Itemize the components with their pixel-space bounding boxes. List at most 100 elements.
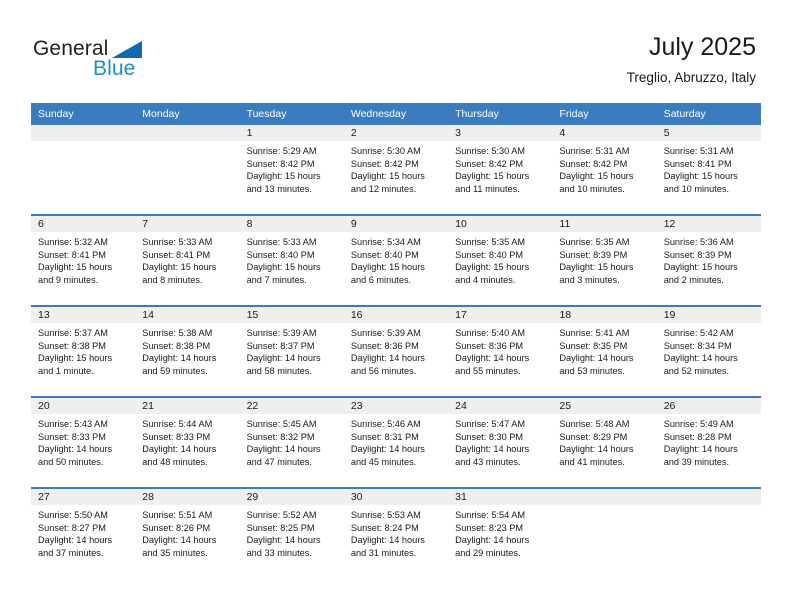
day-details: Sunrise: 5:34 AM Sunset: 8:40 PM Daylight:…: [344, 232, 448, 286]
daylight-text: Daylight: 14 hours and 45 minutes.: [350, 444, 425, 467]
calendar-week-row: 6 Sunrise: 5:32 AM Sunset: 8:41 PM Daylight…: [31, 214, 761, 306]
calendar-day-cell[interactable]: 29 Sunrise: 5:52 AM Sunset: 8:25 PM Dayligh…: [239, 487, 344, 578]
generalblue-logo[interactable]: General Blue: [33, 36, 173, 82]
day-number: 2: [343, 125, 449, 141]
calendar-day-cell[interactable]: 9 Sunrise: 5:34 AM Sunset: 8:40 PM Daylight…: [343, 214, 449, 306]
day-number: 6: [31, 216, 136, 232]
daylight-text: Daylight: 14 hours and 41 minutes.: [559, 444, 634, 467]
day-details: Sunrise: 5:45 AM Sunset: 8:32 PM Daylight:…: [240, 414, 344, 468]
calendar-day-cell[interactable]: 15 Sunrise: 5:39 AM Sunset: 8:37 PM Dayligh…: [239, 305, 344, 397]
day-number: 7: [135, 216, 240, 232]
sunrise-text: Sunrise: 5:52 AM: [246, 510, 317, 520]
sunrise-text: Sunrise: 5:31 AM: [663, 146, 734, 156]
sunrise-text: Sunrise: 5:39 AM: [246, 328, 317, 338]
calendar-week-row: 27 Sunrise: 5:50 AM Sunset: 8:27 PM Dayligh…: [31, 487, 761, 578]
sunset-text: Sunset: 8:27 PM: [38, 522, 106, 533]
sunset-text: Sunset: 8:33 PM: [38, 431, 106, 442]
sunrise-text: Sunrise: 5:33 AM: [142, 237, 213, 247]
daylight-text: Daylight: 14 hours and 50 minutes.: [38, 444, 113, 467]
calendar-day-cell[interactable]: 13 Sunrise: 5:37 AM Sunset: 8:38 PM Dayligh…: [31, 305, 136, 397]
daylight-text: Daylight: 14 hours and 37 minutes.: [38, 535, 113, 558]
calendar-day-cell[interactable]: 27 Sunrise: 5:50 AM Sunset: 8:27 PM Dayligh…: [31, 487, 136, 578]
sunrise-text: Sunrise: 5:38 AM: [142, 328, 213, 338]
calendar-day-cell[interactable]: 10 Sunrise: 5:35 AM Sunset: 8:40 PM Dayligh…: [448, 214, 553, 306]
sunrise-text: Sunrise: 5:45 AM: [246, 419, 317, 429]
sunset-text: Sunset: 8:40 PM: [455, 249, 524, 260]
calendar-day-cell[interactable]: 25 Sunrise: 5:48 AM Sunset: 8:29 PM Dayligh…: [552, 396, 657, 488]
sunset-text: Sunset: 8:42 PM: [246, 158, 315, 169]
calendar-day-cell[interactable]: 30 Sunrise: 5:53 AM Sunset: 8:24 PM Dayligh…: [343, 487, 449, 578]
daylight-text: Daylight: 14 hours and 58 minutes.: [246, 353, 321, 376]
day-number: 12: [656, 216, 761, 232]
calendar-day-cell[interactable]: 5 Sunrise: 5:31 AM Sunset: 8:41 PM Daylight…: [656, 125, 761, 215]
day-number: 25: [552, 398, 657, 414]
sunset-text: Sunset: 8:34 PM: [663, 340, 732, 351]
calendar-day-cell[interactable]: 14 Sunrise: 5:38 AM Sunset: 8:38 PM Dayligh…: [135, 305, 240, 397]
calendar-week-row: 1 Sunrise: 5:29 AM Sunset: 8:42 PM Daylight…: [31, 125, 761, 215]
sunset-text: Sunset: 8:23 PM: [455, 522, 524, 533]
calendar-day-cell[interactable]: 8 Sunrise: 5:33 AM Sunset: 8:40 PM Daylight…: [239, 214, 344, 306]
calendar-day-cell[interactable]: 3 Sunrise: 5:30 AM Sunset: 8:42 PM Daylight…: [448, 125, 553, 215]
day-details: Sunrise: 5:33 AM Sunset: 8:41 PM Daylight:…: [135, 232, 239, 286]
day-number: 8: [239, 216, 344, 232]
daylight-text: Daylight: 15 hours and 13 minutes.: [246, 171, 321, 194]
day-number: [656, 489, 761, 505]
daylight-text: Daylight: 15 hours and 8 minutes.: [142, 262, 217, 285]
day-number: 27: [31, 489, 136, 505]
calendar-day-cell[interactable]: 6 Sunrise: 5:32 AM Sunset: 8:41 PM Daylight…: [31, 214, 136, 306]
day-details: Sunrise: 5:32 AM Sunset: 8:41 PM Daylight:…: [31, 232, 135, 286]
calendar-day-cell[interactable]: 1 Sunrise: 5:29 AM Sunset: 8:42 PM Daylight…: [239, 125, 344, 215]
daylight-text: Daylight: 14 hours and 53 minutes.: [559, 353, 634, 376]
sunrise-text: Sunrise: 5:43 AM: [38, 419, 108, 429]
calendar-day-cell[interactable]: 2 Sunrise: 5:30 AM Sunset: 8:42 PM Daylight…: [343, 125, 449, 215]
calendar-day-cell[interactable]: 22 Sunrise: 5:45 AM Sunset: 8:32 PM Dayligh…: [239, 396, 344, 488]
calendar-day-cell[interactable]: 23 Sunrise: 5:46 AM Sunset: 8:31 PM Dayligh…: [343, 396, 449, 488]
daylight-text: Daylight: 14 hours and 48 minutes.: [142, 444, 217, 467]
sunrise-text: Sunrise: 5:34 AM: [350, 237, 421, 247]
day-number: 5: [656, 125, 761, 141]
daylight-text: Daylight: 15 hours and 10 minutes.: [559, 171, 634, 194]
day-details: Sunrise: 5:44 AM Sunset: 8:33 PM Daylight:…: [135, 414, 239, 468]
day-details: Sunrise: 5:53 AM Sunset: 8:24 PM Daylight:…: [344, 505, 448, 559]
sunset-text: Sunset: 8:28 PM: [663, 431, 732, 442]
day-details: Sunrise: 5:51 AM Sunset: 8:26 PM Daylight:…: [135, 505, 239, 559]
day-details: Sunrise: 5:48 AM Sunset: 8:29 PM Daylight:…: [552, 414, 656, 468]
day-details: Sunrise: 5:31 AM Sunset: 8:42 PM Daylight:…: [552, 141, 656, 195]
daylight-text: Daylight: 15 hours and 9 minutes.: [38, 262, 113, 285]
sunset-text: Sunset: 8:38 PM: [142, 340, 211, 351]
day-number: 22: [239, 398, 344, 414]
sunset-text: Sunset: 8:42 PM: [350, 158, 419, 169]
calendar-day-cell[interactable]: 11 Sunrise: 5:35 AM Sunset: 8:39 PM Dayligh…: [552, 214, 657, 306]
daylight-text: Daylight: 14 hours and 56 minutes.: [350, 353, 425, 376]
calendar-day-cell[interactable]: 24 Sunrise: 5:47 AM Sunset: 8:30 PM Dayligh…: [448, 396, 553, 488]
sunrise-text: Sunrise: 5:35 AM: [455, 237, 526, 247]
sunrise-text: Sunrise: 5:36 AM: [663, 237, 734, 247]
calendar-day-cell[interactable]: 16 Sunrise: 5:39 AM Sunset: 8:36 PM Dayligh…: [343, 305, 449, 397]
sunrise-text: Sunrise: 5:29 AM: [246, 146, 317, 156]
calendar-day-cell[interactable]: 4 Sunrise: 5:31 AM Sunset: 8:42 PM Daylight…: [552, 125, 657, 215]
sunset-text: Sunset: 8:42 PM: [455, 158, 524, 169]
calendar-day-cell[interactable]: 7 Sunrise: 5:33 AM Sunset: 8:41 PM Daylight…: [135, 214, 240, 306]
day-number: [552, 489, 657, 505]
calendar-day-cell[interactable]: 19 Sunrise: 5:42 AM Sunset: 8:34 PM Dayligh…: [656, 305, 761, 397]
calendar-day-cell[interactable]: 28 Sunrise: 5:51 AM Sunset: 8:26 PM Dayligh…: [135, 487, 240, 578]
sunrise-text: Sunrise: 5:35 AM: [559, 237, 630, 247]
sunset-text: Sunset: 8:41 PM: [38, 249, 106, 260]
calendar-day-cell-empty: [656, 487, 761, 578]
page-title: July 2025: [648, 33, 756, 61]
calendar-day-cell[interactable]: 17 Sunrise: 5:40 AM Sunset: 8:36 PM Dayligh…: [448, 305, 553, 397]
weekday-header-thursday: Thursday: [448, 103, 553, 125]
calendar-day-cell[interactable]: 20 Sunrise: 5:43 AM Sunset: 8:33 PM Dayligh…: [31, 396, 136, 488]
weekday-header-wednesday: Wednesday: [343, 103, 449, 125]
calendar-day-cell[interactable]: 26 Sunrise: 5:49 AM Sunset: 8:28 PM Dayligh…: [656, 396, 761, 488]
sunrise-text: Sunrise: 5:49 AM: [663, 419, 734, 429]
calendar-day-cell[interactable]: 12 Sunrise: 5:36 AM Sunset: 8:39 PM Dayligh…: [656, 214, 761, 306]
day-number: 16: [343, 307, 449, 323]
calendar-day-cell[interactable]: 31 Sunrise: 5:54 AM Sunset: 8:23 PM Dayligh…: [448, 487, 553, 578]
daylight-text: Daylight: 14 hours and 35 minutes.: [142, 535, 217, 558]
daylight-text: Daylight: 15 hours and 12 minutes.: [350, 171, 425, 194]
calendar-day-cell[interactable]: 18 Sunrise: 5:41 AM Sunset: 8:35 PM Dayligh…: [552, 305, 657, 397]
sunrise-text: Sunrise: 5:51 AM: [142, 510, 213, 520]
sunrise-text: Sunrise: 5:32 AM: [38, 237, 108, 247]
calendar-day-cell[interactable]: 21 Sunrise: 5:44 AM Sunset: 8:33 PM Dayligh…: [135, 396, 240, 488]
